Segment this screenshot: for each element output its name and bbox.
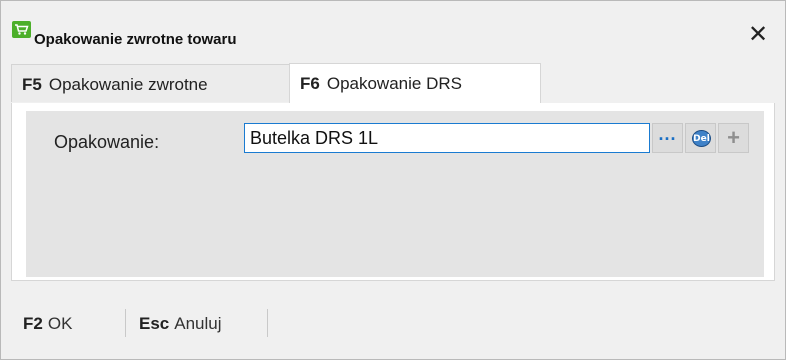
delete-icon: Del — [692, 130, 711, 147]
footer-bar: F2 OK Esc Anuluj — [1, 299, 785, 355]
packaging-input[interactable] — [244, 123, 650, 153]
ok-label: OK — [47, 314, 73, 333]
ok-button[interactable]: F2 OK — [23, 314, 72, 334]
divider — [267, 309, 268, 337]
delete-button[interactable]: Del — [685, 123, 716, 153]
ok-shortcut-key: F2 — [23, 314, 43, 333]
plus-icon: + — [727, 125, 740, 150]
cancel-button[interactable]: Esc Anuluj — [139, 314, 222, 334]
tab-bar: F5 Opakowanie zwrotne F6 Opakowanie DRS — [11, 63, 775, 103]
title-bar: Opakowanie zwrotne towaru ✕ — [1, 1, 785, 55]
tab-shortcut-key: F5 — [22, 75, 42, 94]
close-icon[interactable]: ✕ — [743, 20, 773, 50]
window-title: Opakowanie zwrotne towaru — [34, 31, 237, 48]
dialog-window: Opakowanie zwrotne towaru ✕ F5 Opakowanie… — [0, 0, 786, 360]
tab-opakowanie-drs[interactable]: F6 Opakowanie DRS — [289, 63, 541, 103]
tab-panel: Opakowanie: ... Del + — [11, 103, 775, 281]
tab-shortcut-key: F6 — [300, 74, 320, 93]
ellipsis-icon: ... — [658, 124, 677, 144]
shopping-cart-icon — [12, 21, 31, 38]
cancel-label: Anuluj — [174, 314, 222, 333]
tab-label: Opakowanie zwrotne — [48, 75, 208, 94]
browse-button[interactable]: ... — [652, 123, 683, 153]
cancel-shortcut-key: Esc — [139, 314, 170, 333]
packaging-label: Opakowanie: — [54, 132, 160, 152]
form-area: Opakowanie: ... Del + — [26, 111, 764, 277]
add-button[interactable]: + — [718, 123, 749, 153]
divider — [125, 309, 126, 337]
tab-label: Opakowanie DRS — [326, 74, 462, 93]
tab-opakowanie-zwrotne[interactable]: F5 Opakowanie zwrotne — [11, 64, 289, 102]
